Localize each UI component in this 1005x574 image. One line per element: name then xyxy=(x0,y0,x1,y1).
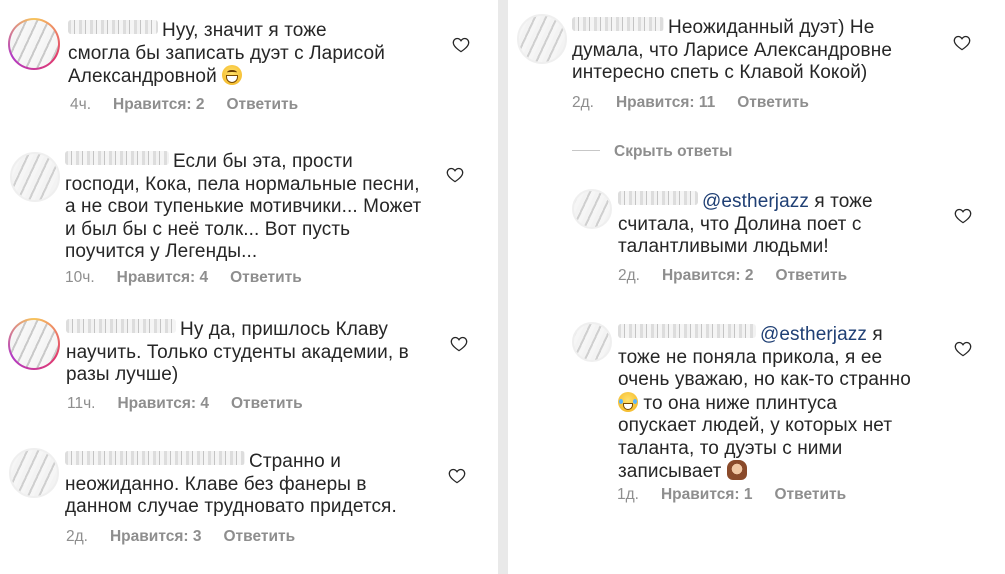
reply-button[interactable]: Ответить xyxy=(775,267,847,284)
heart-icon[interactable] xyxy=(954,340,972,357)
comment-text: Странно и неожиданно. Клаве без фанеры в… xyxy=(65,451,425,519)
avatar[interactable] xyxy=(517,14,567,64)
timestamp: 1д. xyxy=(617,486,639,503)
reply-line xyxy=(572,150,600,151)
mention-link[interactable]: @estherjazz xyxy=(760,324,867,345)
tears-of-joy-emoji-icon xyxy=(618,391,638,412)
timestamp: 10ч. xyxy=(65,269,95,286)
hide-replies-label: Скрыть ответы xyxy=(614,143,733,160)
reply-meta: 2д. Нравится: 2 Ответить xyxy=(618,267,869,285)
heart-icon[interactable] xyxy=(452,36,470,53)
timestamp: 11ч. xyxy=(67,395,96,412)
reply-button[interactable]: Ответить xyxy=(223,528,295,545)
redacted-username[interactable] xyxy=(618,324,756,338)
comment-meta: 2д. Нравится: 11 Ответить xyxy=(572,94,831,112)
reply-meta: 1д. Нравится: 1 Ответить xyxy=(617,486,868,504)
comment-meta: 10ч. Нравится: 4 Ответить xyxy=(65,269,324,287)
timestamp: 4ч. xyxy=(70,96,92,113)
comment-body: Если бы эта, прости господи, Кока, пела … xyxy=(65,151,422,262)
likes-count[interactable]: Нравится: 3 xyxy=(110,528,201,545)
comment-text: Неожиданный дуэт) Не думала, что Ларисе … xyxy=(572,17,912,85)
timestamp: 2д. xyxy=(572,94,594,111)
redacted-username[interactable] xyxy=(65,451,245,465)
redacted-username[interactable] xyxy=(68,20,158,34)
reply-button[interactable]: Ответить xyxy=(774,486,846,503)
timestamp: 2д. xyxy=(618,267,640,284)
redacted-username[interactable] xyxy=(66,319,176,333)
timestamp: 2д. xyxy=(66,528,88,545)
likes-count[interactable]: Нравится: 2 xyxy=(662,267,753,284)
reply-button[interactable]: Ответить xyxy=(227,96,299,113)
reply-button[interactable]: Ответить xyxy=(737,94,809,111)
redacted-username[interactable] xyxy=(65,151,169,165)
likes-count[interactable]: Нравится: 1 xyxy=(661,486,752,503)
reply-button[interactable]: Ответить xyxy=(230,269,302,286)
likes-count[interactable]: Нравится: 4 xyxy=(117,395,208,412)
heart-icon[interactable] xyxy=(446,166,464,183)
avatar[interactable] xyxy=(10,152,60,202)
reply-body: то она ниже плинтуса опускает людей, у к… xyxy=(618,392,893,483)
heart-icon[interactable] xyxy=(448,467,466,484)
redacted-username[interactable] xyxy=(618,191,698,205)
grinning-sweat-emoji-icon xyxy=(222,65,243,85)
heart-icon[interactable] xyxy=(450,335,468,352)
avatar[interactable] xyxy=(8,18,60,70)
comment-text: Если бы эта, прости господи, Кока, пела … xyxy=(65,151,425,264)
likes-count[interactable]: Нравится: 11 xyxy=(616,94,715,111)
reply-button[interactable]: Ответить xyxy=(231,395,303,412)
heart-icon[interactable] xyxy=(954,207,972,224)
hide-replies-button[interactable]: Скрыть ответы xyxy=(572,143,732,161)
facepalm-emoji-icon xyxy=(726,460,747,480)
comment-meta: 11ч. Нравится: 4 Ответить xyxy=(67,395,325,413)
heart-icon[interactable] xyxy=(953,34,971,51)
avatar[interactable] xyxy=(572,189,612,229)
avatar[interactable] xyxy=(8,318,60,370)
mention-link[interactable]: @estherjazz xyxy=(702,191,809,212)
avatar[interactable] xyxy=(572,322,612,362)
panel-divider xyxy=(498,0,508,574)
comment-text: Нуу, значит я тоже смогла бы записать ду… xyxy=(68,20,388,89)
comment-meta: 2д. Нравится: 3 Ответить xyxy=(66,528,317,546)
likes-count[interactable]: Нравится: 4 xyxy=(117,269,208,286)
avatar[interactable] xyxy=(9,448,59,498)
reply-text: @estherjazz я тоже считала, что Долина п… xyxy=(618,191,908,259)
reply-text: @estherjazz я тоже не поняла прикола, я … xyxy=(618,324,918,484)
redacted-username[interactable] xyxy=(572,17,664,31)
comment-text: Ну да, пришлось Клаву научить. Только ст… xyxy=(66,319,426,387)
comment-meta: 4ч. Нравится: 2 Ответить xyxy=(70,96,320,114)
likes-count[interactable]: Нравится: 2 xyxy=(113,96,204,113)
